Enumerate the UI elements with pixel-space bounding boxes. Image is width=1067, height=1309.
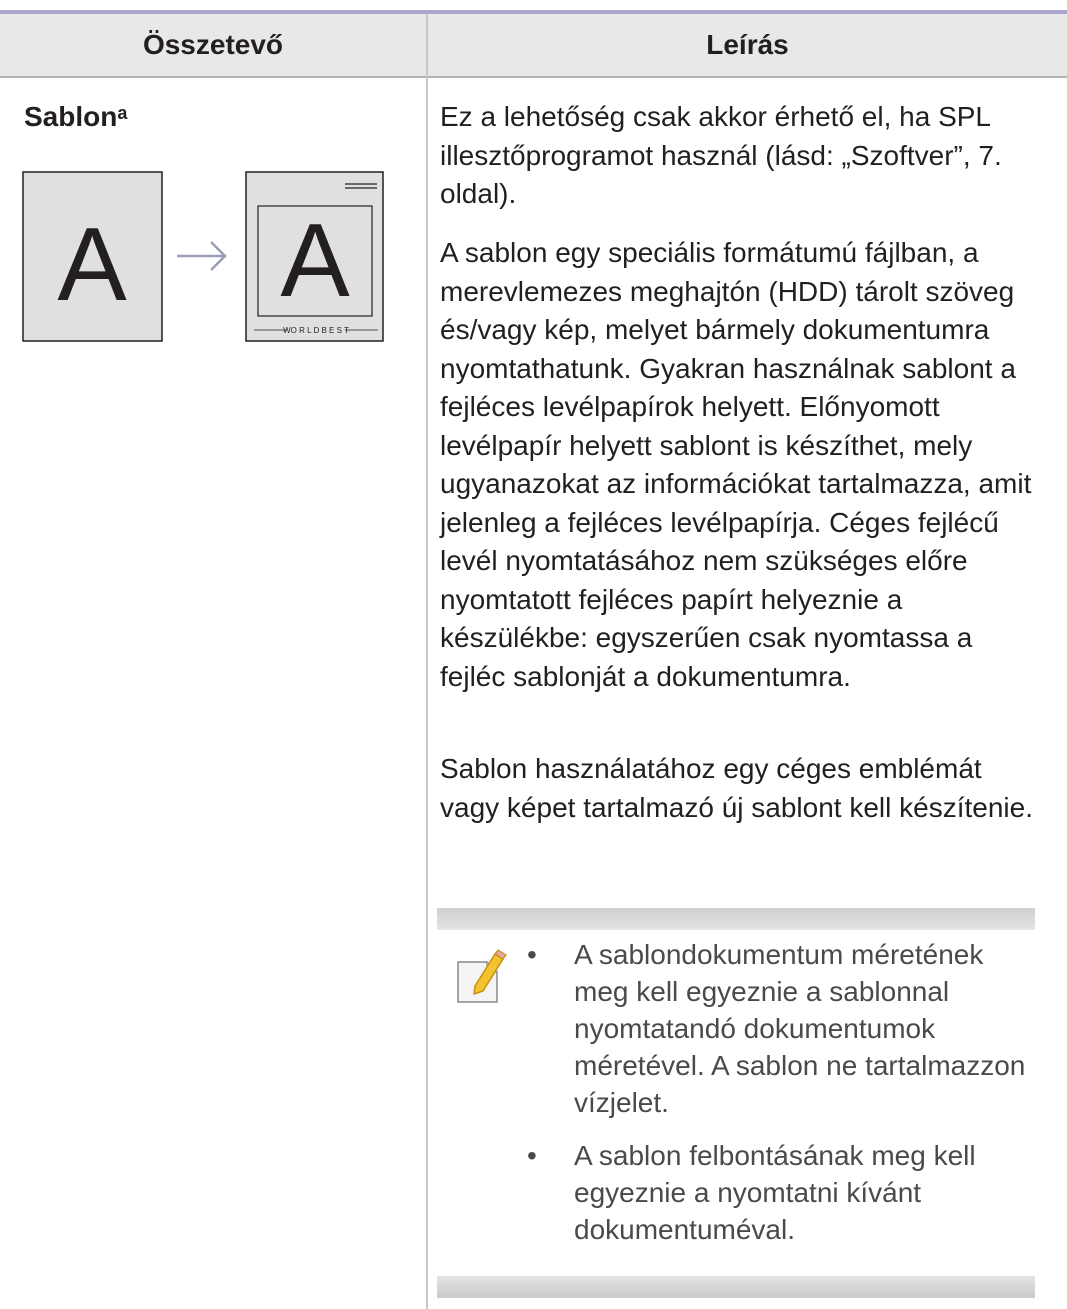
note-bar-bottom	[437, 1276, 1035, 1298]
note-item: • A sablondokumentum méretének meg kell …	[527, 936, 1027, 1121]
note-bar-top	[437, 908, 1035, 930]
bullet: •	[527, 939, 537, 970]
column-divider	[426, 14, 428, 1309]
after-letter: A	[280, 203, 350, 319]
bullet: •	[527, 1140, 537, 1171]
overlaid-page: A WO R L D B E S T	[245, 171, 384, 342]
description-paragraph-2: A sablon egy speciális formátumú fájlban…	[440, 234, 1040, 696]
description-paragraph-1: Ez a lehetőség csak akkor érhető el, ha …	[440, 98, 1040, 214]
component-title: Sablona	[24, 100, 127, 134]
note-list: • A sablondokumentum méretének meg kell …	[527, 936, 1027, 1264]
page-footer-text: WO R L D B E S T	[283, 326, 349, 335]
description-paragraph-3: Sablon használatához egy céges emblémát …	[440, 750, 1040, 827]
note-box: • A sablondokumentum méretének meg kell …	[437, 908, 1035, 1298]
header-component: Összetevő	[142, 29, 284, 60]
table-header: Összetevő Leírás	[0, 14, 1067, 78]
footnote-marker: a	[117, 103, 128, 123]
arrow-right-icon	[177, 241, 227, 271]
paragraph-text: Sablon használatához egy céges emblémát …	[440, 753, 1033, 823]
paragraph-text: A sablon egy speciális formátumú fájlban…	[440, 237, 1032, 692]
note-item-text: A sablon felbontásának meg kell egyeznie…	[574, 1140, 976, 1245]
note-item: • A sablon felbontásának meg kell egyezn…	[527, 1137, 1027, 1248]
component-name: Sablon	[24, 101, 118, 132]
paragraph-text: Ez a lehetőség csak akkor érhető el, ha …	[440, 101, 1002, 209]
header-description: Leírás	[706, 29, 789, 60]
note-pencil-icon	[457, 949, 507, 1003]
original-page: A	[22, 171, 163, 342]
overlay-illustration: A A WO R L D B E S T	[22, 171, 384, 342]
note-item-text: A sablondokumentum méretének meg kell eg…	[574, 939, 1026, 1118]
before-letter: A	[57, 207, 127, 323]
